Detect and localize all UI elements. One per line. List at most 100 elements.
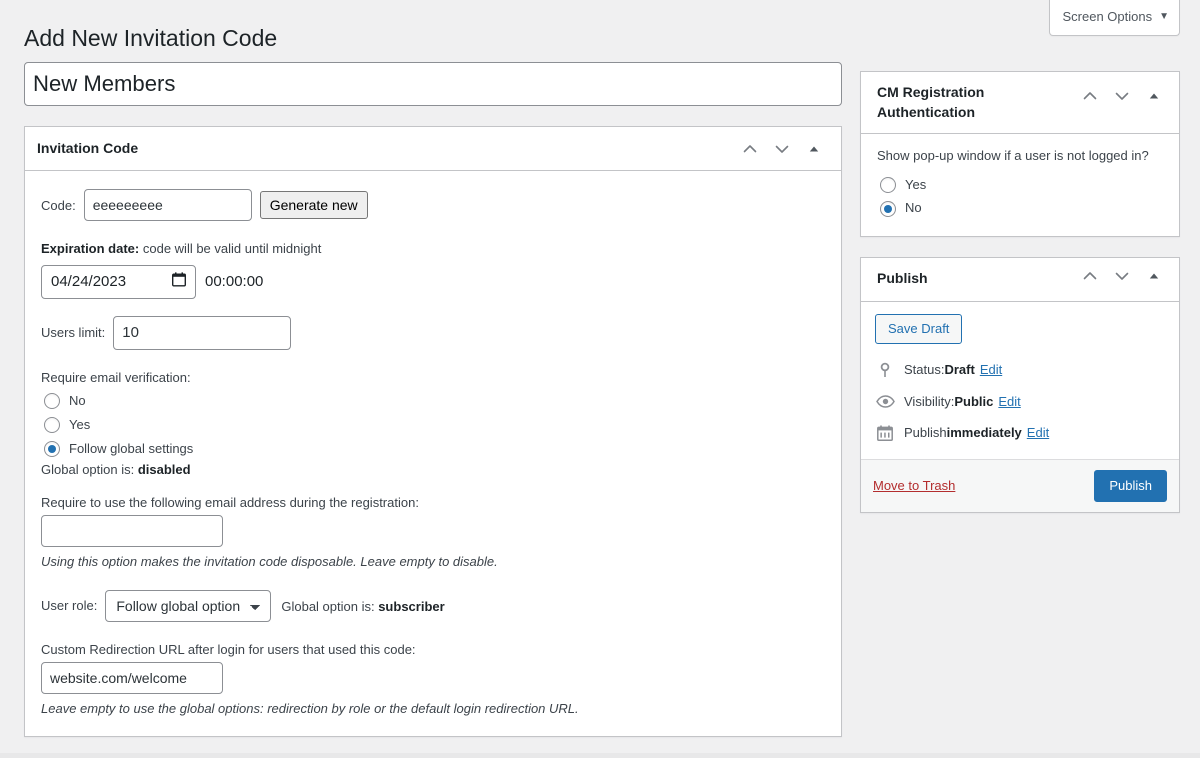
publish-panel-title: Publish	[877, 258, 928, 300]
expiration-time-value: 00:00:00	[205, 273, 263, 290]
radio-yes-label: Yes	[905, 175, 926, 196]
user-role-select[interactable]: Follow global option	[105, 590, 271, 622]
invitation-code-panel: Invitation Code Code:	[24, 126, 842, 737]
expiration-date-value: 04/24/2023	[51, 273, 126, 290]
invitation-code-panel-body: Code: Generate new Expiration date: code…	[25, 171, 841, 736]
users-limit-input[interactable]	[113, 316, 291, 350]
screen-options-label: Screen Options	[1062, 8, 1152, 26]
publish-panel-footer: Move to Trash Publish	[861, 459, 1179, 512]
cm-registration-panel-body: Show pop-up window if a user is not logg…	[861, 134, 1179, 236]
pin-icon	[875, 362, 895, 378]
required-email-input[interactable]	[41, 515, 223, 547]
schedule-prefix: Publish	[904, 423, 947, 443]
publish-panel: Publish Save Draft	[860, 257, 1180, 513]
status-edit-link[interactable]: Edit	[980, 360, 1002, 380]
publish-button[interactable]: Publish	[1094, 470, 1167, 502]
users-limit-label: Users limit:	[41, 325, 105, 340]
visibility-row: Visibility: PublicEdit	[875, 386, 1167, 418]
schedule-value: immediately	[947, 423, 1022, 443]
move-up-icon[interactable]	[735, 131, 765, 167]
screen-options-button[interactable]: Screen Options ▼	[1049, 0, 1180, 36]
email-verification-option-global[interactable]: Follow global settings	[41, 439, 825, 460]
redirection-url-label: Custom Redirection URL after login for u…	[41, 642, 825, 657]
save-draft-button[interactable]: Save Draft	[875, 314, 962, 344]
publish-handle-actions	[1075, 258, 1169, 294]
radio-yes-label: Yes	[69, 415, 90, 436]
expiration-date-row: 04/24/2023 00:00:00	[41, 265, 825, 299]
radio-follow-global-settings[interactable]	[44, 441, 60, 457]
radio-yes[interactable]	[44, 417, 60, 433]
user-role-label: User role:	[41, 598, 97, 613]
calendar-icon	[875, 425, 895, 441]
cm-registration-question: Show pop-up window if a user is not logg…	[877, 146, 1163, 166]
status-prefix: Status:	[904, 360, 944, 380]
radio-yes[interactable]	[880, 177, 896, 193]
schedule-edit-link[interactable]: Edit	[1027, 423, 1049, 443]
cm-registration-option-yes[interactable]: Yes	[877, 175, 1163, 196]
visibility-value: Public	[954, 392, 993, 412]
move-down-icon[interactable]	[767, 131, 797, 167]
toggle-panel-icon[interactable]	[799, 131, 829, 167]
invitation-code-panel-title: Invitation Code	[37, 131, 138, 167]
email-verification-option-yes[interactable]: Yes	[41, 415, 825, 436]
toggle-panel-icon[interactable]	[1139, 78, 1169, 114]
cm-registration-panel: CM Registration Authentication Show pop-…	[860, 71, 1180, 237]
required-email-hint: Using this option makes the invitation c…	[41, 552, 825, 572]
status-row: Status: Draft Edit	[875, 354, 1167, 386]
email-verification-radio-group: No Yes Follow global settings	[41, 391, 825, 459]
redirection-url-hint: Leave empty to use the global options: r…	[41, 699, 825, 719]
code-row: Code: Generate new	[41, 189, 825, 221]
main-column: Invitation Code Code:	[24, 62, 842, 737]
cm-registration-panel-header: CM Registration Authentication	[861, 72, 1179, 134]
email-verification-global-note: Global option is: disabled	[41, 462, 825, 477]
visibility-edit-link[interactable]: Edit	[998, 392, 1020, 412]
move-down-icon[interactable]	[1107, 78, 1137, 114]
move-up-icon[interactable]	[1075, 78, 1105, 114]
bottom-strip	[0, 753, 1200, 758]
cm-registration-handle-actions	[1075, 72, 1169, 114]
visibility-prefix: Visibility:	[904, 392, 954, 412]
eye-icon	[875, 395, 895, 408]
post-title-input[interactable]	[24, 62, 842, 106]
radio-no-label: No	[905, 198, 922, 219]
cm-registration-option-no[interactable]: No	[877, 198, 1163, 219]
publish-panel-body: Save Draft Status: Draft Edit	[861, 302, 1179, 459]
redirection-url-input[interactable]	[41, 662, 223, 694]
code-input[interactable]	[84, 189, 252, 221]
toggle-panel-icon[interactable]	[1139, 258, 1169, 294]
expiration-date-input[interactable]: 04/24/2023	[41, 265, 196, 299]
panel-handle-actions	[735, 131, 829, 167]
cm-registration-panel-title: CM Registration Authentication	[877, 72, 1067, 133]
code-label: Code:	[41, 198, 76, 213]
radio-no-label: No	[69, 391, 86, 412]
email-verification-global-note-prefix: Global option is:	[41, 462, 138, 477]
email-verification-option-no[interactable]: No	[41, 391, 825, 412]
expiration-date-label-rest: code will be valid until midnight	[139, 241, 321, 256]
users-limit-row: Users limit:	[41, 316, 825, 350]
schedule-row: Publish immediatelyEdit	[875, 417, 1167, 449]
calendar-icon[interactable]	[172, 272, 186, 291]
expiration-date-label: Expiration date: code will be valid unti…	[41, 239, 825, 259]
move-down-icon[interactable]	[1107, 258, 1137, 294]
radio-follow-global-settings-label: Follow global settings	[69, 439, 193, 460]
generate-new-button[interactable]: Generate new	[260, 191, 368, 219]
user-role-global-note-value: subscriber	[378, 599, 444, 614]
expiration-date-label-bold: Expiration date:	[41, 241, 139, 256]
required-email-label: Require to use the following email addre…	[41, 495, 825, 510]
email-verification-global-note-value: disabled	[138, 462, 191, 477]
publish-panel-header: Publish	[861, 258, 1179, 302]
move-to-trash-link[interactable]: Move to Trash	[873, 478, 955, 493]
email-verification-label: Require email verification:	[41, 368, 825, 388]
invitation-code-panel-header: Invitation Code	[25, 127, 841, 171]
cm-registration-radio-group: Yes No	[877, 175, 1163, 220]
user-role-global-note: Global option is: subscriber	[281, 599, 444, 614]
chevron-down-icon: ▼	[1159, 12, 1169, 22]
move-up-icon[interactable]	[1075, 258, 1105, 294]
sidebar-column: CM Registration Authentication Show pop-…	[860, 71, 1180, 533]
user-role-row: User role: Follow global option Global o…	[41, 590, 825, 622]
status-value: Draft	[944, 360, 974, 380]
radio-no[interactable]	[44, 393, 60, 409]
radio-no[interactable]	[880, 201, 896, 217]
page-title: Add New Invitation Code	[24, 24, 277, 54]
user-role-global-note-prefix: Global option is:	[281, 599, 378, 614]
